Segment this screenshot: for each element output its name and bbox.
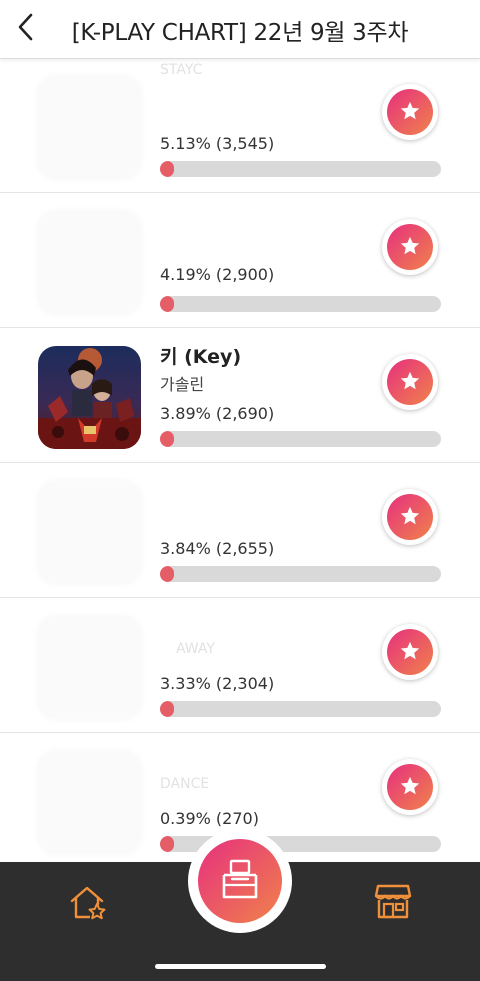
- star-icon: [400, 371, 420, 390]
- vote-button-face: [387, 494, 433, 540]
- album-cover: [38, 346, 141, 449]
- vote-bar: [160, 296, 441, 312]
- vote-bar: [160, 161, 441, 177]
- store-icon[interactable]: [374, 882, 412, 920]
- vote-button-face: [387, 224, 433, 270]
- vote-percent: 3.84% (2,655): [160, 539, 275, 558]
- album-cover: [38, 211, 141, 314]
- page-title: [K-PLAY CHART] 22년 9월 3주차: [71, 20, 409, 46]
- vote-bar-fill: [160, 296, 174, 312]
- chart-row: 3.84% (2,655): [0, 463, 480, 598]
- album-cover: [38, 616, 141, 719]
- chart-row: 키 (Key) 가솔린 3.89% (2,690): [0, 328, 480, 463]
- star-icon: [400, 506, 420, 525]
- vote-percent: 4.19% (2,900): [160, 265, 275, 284]
- vote-box-face: [198, 839, 282, 923]
- album-cover: [38, 751, 141, 854]
- top-bar: [K-PLAY CHART] 22년 9월 3주차: [0, 0, 480, 59]
- chart-row: 4.19% (2,900): [0, 193, 480, 328]
- vote-button-face: [387, 89, 433, 135]
- artist-name: 가솔린: [160, 375, 205, 394]
- ballot-box-icon: [222, 859, 258, 899]
- home-star-icon[interactable]: [68, 884, 108, 922]
- chart-row: AWAY 3.33% (2,304): [0, 598, 480, 733]
- star-icon: [400, 101, 420, 120]
- song-title: 키 (Key): [160, 346, 242, 368]
- chart-list: STAYC 5.13% (3,545) 4.19% (2,900) 키 (Key…: [0, 58, 480, 868]
- vote-button-face: [387, 629, 433, 675]
- vote-percent: 5.13% (3,545): [160, 134, 275, 153]
- vote-button[interactable]: [382, 489, 438, 545]
- star-icon: [400, 776, 420, 795]
- artist-name: DANCE: [160, 776, 210, 792]
- album-cover: [38, 76, 141, 179]
- vote-button[interactable]: [382, 354, 438, 410]
- vote-bar-fill: [160, 836, 174, 852]
- vote-button[interactable]: [382, 624, 438, 680]
- artist-name: STAYC: [160, 62, 203, 78]
- artist-name: AWAY: [176, 641, 215, 657]
- album-artwork: [38, 346, 141, 449]
- vote-bar-fill: [160, 161, 175, 177]
- vote-button[interactable]: [382, 84, 438, 140]
- vote-bar-fill: [160, 566, 174, 582]
- vote-bar: [160, 431, 441, 447]
- vote-percent: 3.89% (2,690): [160, 404, 275, 423]
- star-icon: [400, 236, 420, 255]
- vote-bar: [160, 701, 441, 717]
- vote-percent: 3.33% (2,304): [160, 674, 275, 693]
- vote-box-button[interactable]: [188, 829, 292, 933]
- home-indicator: [155, 964, 326, 969]
- vote-bar-fill: [160, 431, 174, 447]
- vote-percent: 0.39% (270): [160, 809, 259, 828]
- chart-row: STAYC 5.13% (3,545): [0, 58, 480, 193]
- vote-bar-fill: [160, 701, 174, 717]
- vote-bar: [160, 566, 441, 582]
- album-cover: [38, 481, 141, 584]
- vote-button[interactable]: [382, 759, 438, 815]
- vote-button-face: [387, 359, 433, 405]
- vote-button-face: [387, 764, 433, 810]
- vote-button[interactable]: [382, 219, 438, 275]
- star-icon: [400, 641, 420, 660]
